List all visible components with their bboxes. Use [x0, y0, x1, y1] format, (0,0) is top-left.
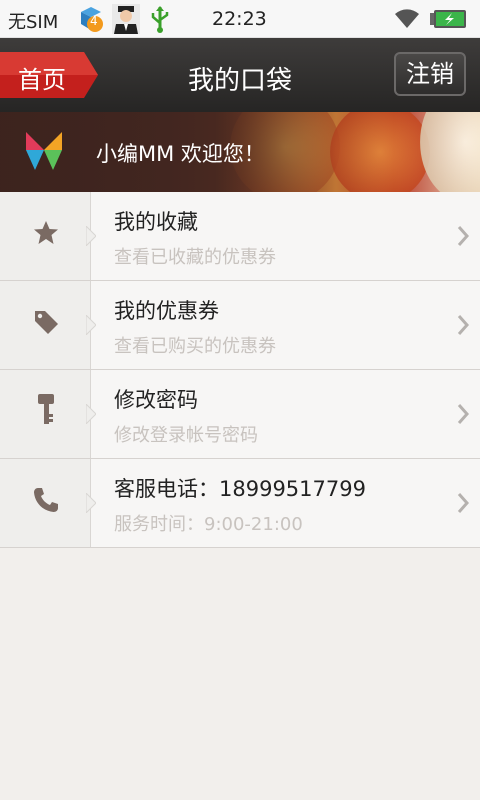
- usb-icon: [150, 5, 170, 37]
- menu-item-title: 客服电话：18999517799: [114, 477, 366, 501]
- chevron-right-icon: [457, 226, 470, 246]
- menu-item-title: 我的优惠券: [114, 299, 219, 323]
- battery-icon: [430, 10, 466, 32]
- status-bar: 无SIM 4 22:23: [0, 0, 480, 38]
- menu-item-coupons[interactable]: 我的优惠券 查看已购买的优惠券: [0, 281, 480, 370]
- phone-icon: [34, 488, 58, 512]
- chevron-right-icon: [457, 493, 470, 513]
- key-icon: [38, 394, 54, 424]
- carrier-label: 无SIM: [8, 12, 59, 33]
- menu-item-customer-service[interactable]: 客服电话：18999517799 服务时间：9:00-21:00: [0, 459, 480, 548]
- menu-item-subtitle: 查看已收藏的优惠券: [114, 247, 276, 268]
- title-bar: 首页 我的口袋 注销: [0, 38, 480, 112]
- star-icon: [34, 221, 58, 244]
- wifi-icon: [393, 7, 421, 33]
- welcome-banner: 小编MM 欢迎您！: [0, 112, 480, 192]
- tag-icon: [35, 311, 58, 334]
- menu-item-subtitle: 服务时间：9:00-21:00: [114, 514, 303, 535]
- app-logo-icon: [22, 130, 66, 178]
- menu-item-title: 我的收藏: [114, 210, 198, 234]
- notification-app-icon: 4: [78, 6, 104, 36]
- menu-item-favorites[interactable]: 我的收藏 查看已收藏的优惠券: [0, 192, 480, 281]
- chevron-right-icon: [457, 315, 470, 335]
- chevron-right-icon: [457, 404, 470, 424]
- logout-button[interactable]: 注销: [394, 52, 466, 96]
- menu-item-change-password[interactable]: 修改密码 修改登录帐号密码: [0, 370, 480, 459]
- menu-item-subtitle: 查看已购买的优惠券: [114, 336, 276, 357]
- menu-list: 我的收藏 查看已收藏的优惠券 我的优惠券 查看已购买的优惠券 修改密码 修改登录…: [0, 192, 480, 548]
- menu-item-subtitle: 修改登录帐号密码: [114, 425, 258, 446]
- notification-badge: 4: [90, 14, 98, 28]
- welcome-text: 小编MM 欢迎您！: [96, 142, 265, 166]
- user-avatar-icon: [112, 4, 140, 38]
- menu-item-title: 修改密码: [114, 388, 198, 412]
- logout-button-label: 注销: [406, 60, 454, 88]
- clock: 22:23: [212, 8, 267, 30]
